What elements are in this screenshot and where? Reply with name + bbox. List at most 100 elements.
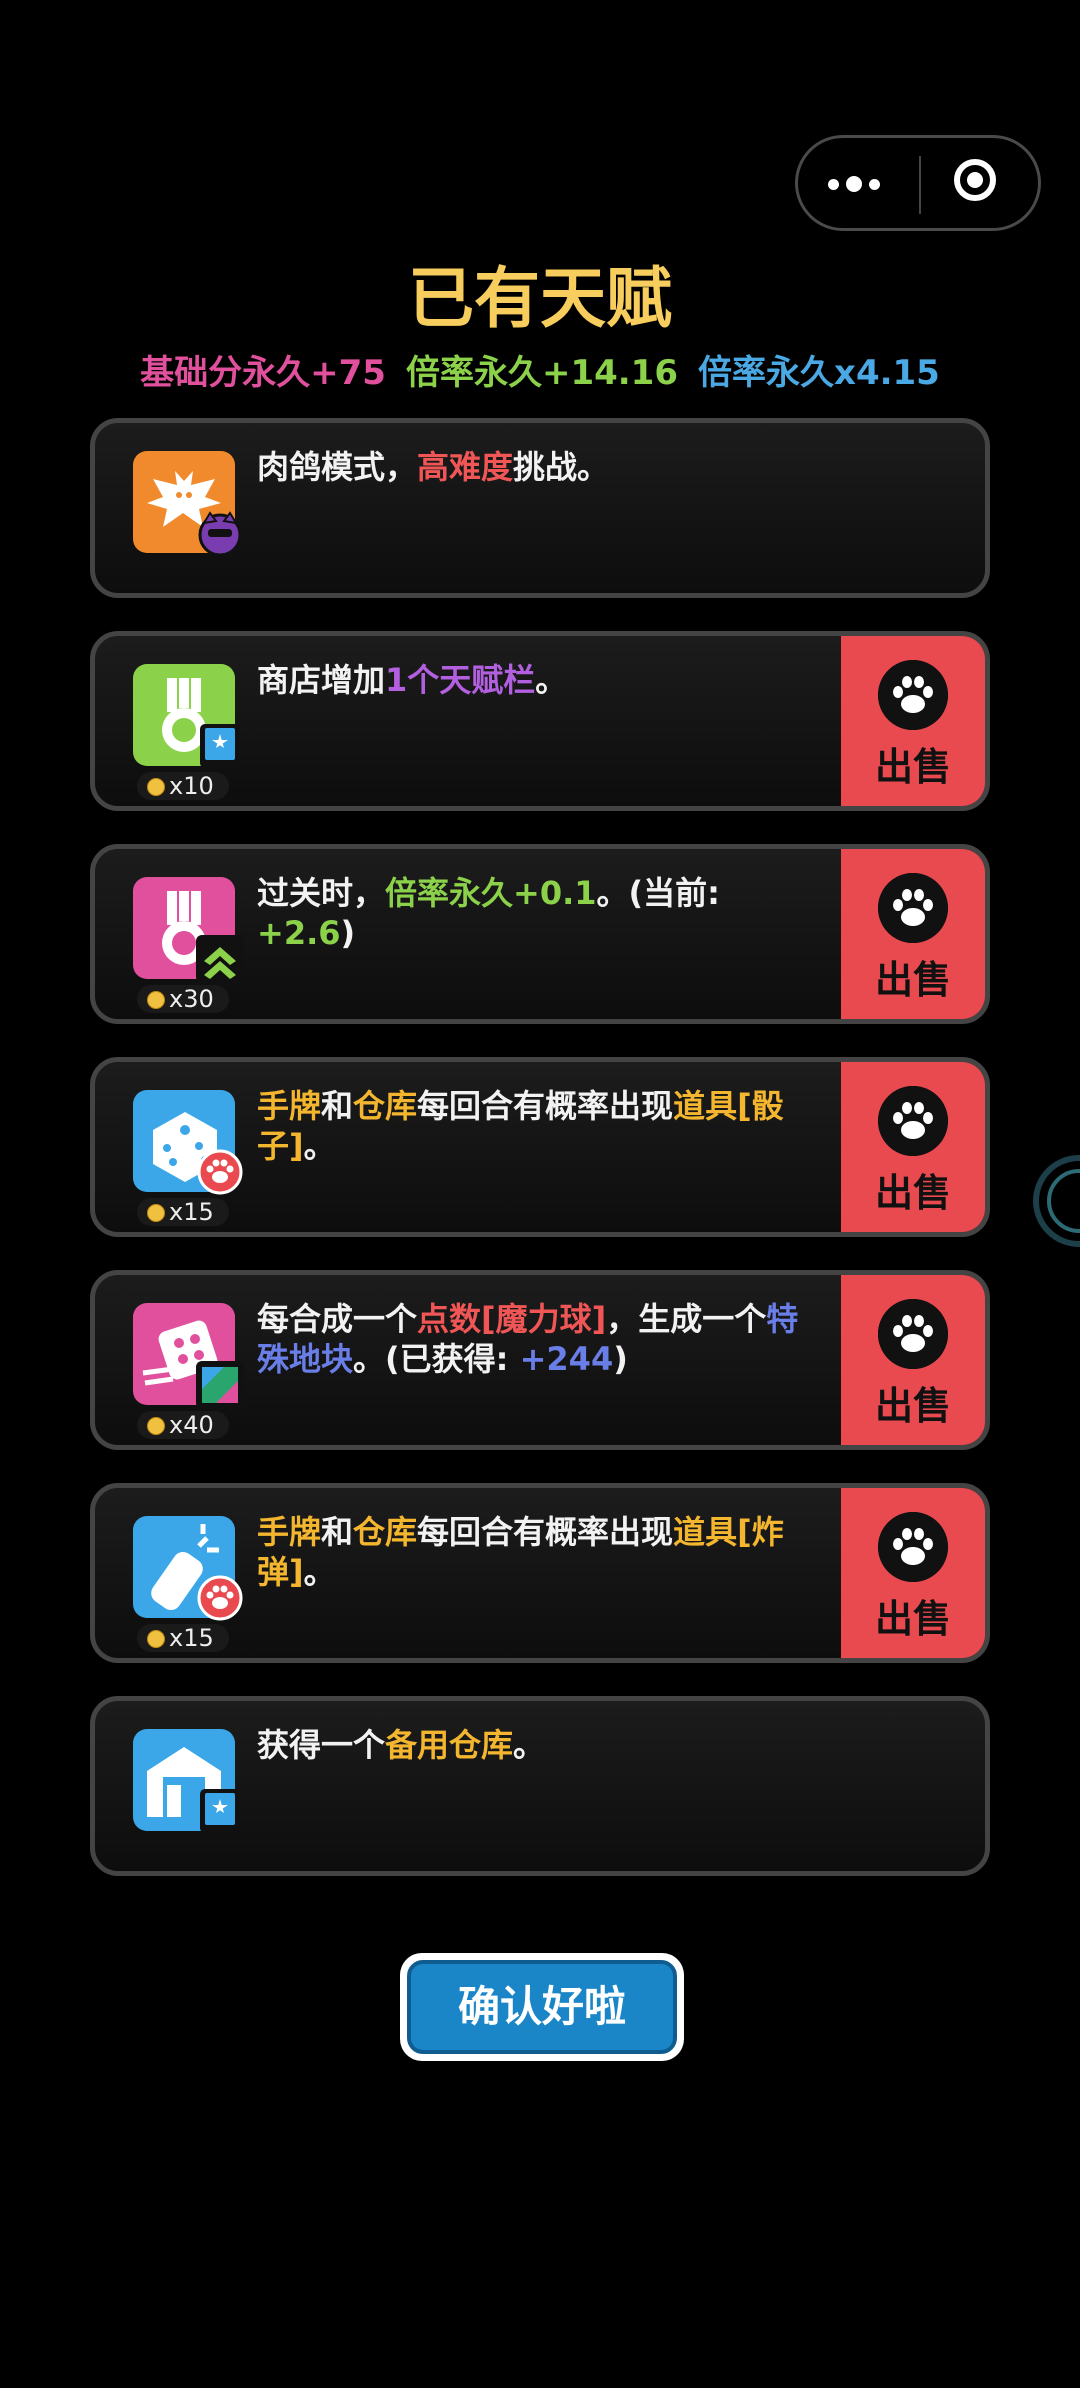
stats-summary: 基础分永久+75 倍率永久+14.16 倍率永久x4.15: [0, 345, 1080, 394]
talent-price: x30: [137, 985, 229, 1013]
talent-card: x10 商店增加1个天赋栏。出售: [90, 631, 990, 811]
more-dot: [846, 176, 862, 192]
more-dots-icon: [828, 179, 839, 190]
talent-card: x15 手牌和仓库每回合有概率出现道具[骰子]。出售: [90, 1057, 990, 1237]
coin-icon: [147, 1417, 165, 1435]
paw-icon: [878, 873, 948, 943]
talent-description-part: 每回合有概率出现: [417, 1513, 674, 1551]
talent-description-part: 和: [321, 1513, 354, 1551]
more-menu-button[interactable]: [798, 138, 920, 228]
talent-description-part: 。: [513, 1726, 546, 1764]
talent-description-part: 每合成一个: [257, 1300, 418, 1338]
talent-description: 手牌和仓库每回合有概率出现道具[炸弹]。: [257, 1512, 825, 1592]
sell-button-label: 出售: [874, 745, 951, 789]
talent-description-part: 点数[魔力球]: [417, 1300, 607, 1338]
talent-price: x10: [137, 772, 229, 800]
talent-description-part: +2.6: [257, 914, 341, 952]
talent-card: x15 手牌和仓库每回合有概率出现道具[炸弹]。出售: [90, 1483, 990, 1663]
talent-description-part: ): [340, 914, 356, 952]
talent-card: x40 每合成一个点数[魔力球]，生成一个特殊地块。(已获得: +244) 出售: [90, 1270, 990, 1450]
talent-description-part: 仓库: [353, 1513, 418, 1551]
talent-description-part: 仓库: [353, 1087, 418, 1125]
book-star-icon: [196, 1787, 244, 1835]
cat-face-icon: [196, 509, 244, 557]
book-star-icon: [196, 722, 244, 770]
mini-program-capsule: [795, 135, 1041, 231]
floating-assistant-button[interactable]: [1033, 1155, 1080, 1247]
confirm-button-label: 确认好啦: [407, 1960, 677, 2054]
talent-description-part: 。(当前:: [596, 874, 720, 912]
dice-icon: [133, 1090, 243, 1195]
talent-description-part: 获得一个: [257, 1726, 386, 1764]
paw-icon: [878, 1512, 948, 1582]
pink-dice-icon: [133, 1303, 244, 1409]
sell-button[interactable]: 出售: [841, 636, 985, 806]
talent-description-part: 。(已获得:: [353, 1340, 520, 1378]
talent-description-part: 倍率永久+0.1: [385, 874, 597, 912]
floating-assistant-icon: [1047, 1169, 1080, 1233]
coin-icon: [147, 1630, 165, 1648]
talent-description-part: 过关时，: [257, 874, 386, 912]
paw-icon: [878, 660, 948, 730]
bomb-icon: [133, 1516, 243, 1621]
bat-icon: [133, 451, 242, 557]
talent-description-part: 手牌: [257, 1087, 322, 1125]
target-close-dot: [967, 172, 983, 188]
talent-card: 获得一个备用仓库。: [90, 1696, 990, 1876]
sell-button[interactable]: 出售: [841, 1275, 985, 1445]
coin-icon: [147, 1204, 165, 1222]
talent-price: x15: [137, 1198, 229, 1226]
coin-icon: [147, 991, 165, 1009]
talent-description: 手牌和仓库每回合有概率出现道具[骰子]。: [257, 1086, 825, 1166]
talent-description: 商店增加1个天赋栏。: [257, 660, 825, 700]
talent-description-part: 肉鸽模式，: [257, 448, 418, 486]
sell-button-label: 出售: [874, 1597, 951, 1641]
talent-price-value: x15: [169, 1198, 214, 1226]
medal-green-icon: [133, 664, 240, 768]
talent-description-part: ): [613, 1340, 628, 1378]
talent-description-part: 高难度: [417, 448, 514, 486]
sell-button[interactable]: 出售: [841, 849, 985, 1019]
stat-multiplier-add: 倍率永久+14.16: [405, 353, 679, 393]
talent-description-part: 每回合有概率出现: [417, 1087, 674, 1125]
talent-description-part: 商店增加: [257, 661, 386, 699]
sell-button[interactable]: 出售: [841, 1062, 985, 1232]
talent-price-value: x15: [169, 1624, 214, 1652]
paw-circle-icon: [196, 1574, 244, 1622]
paw-circle-icon: [196, 1148, 244, 1196]
warehouse-icon: [133, 1729, 240, 1833]
talent-description: 肉鸽模式，高难度挑战。: [257, 447, 955, 487]
talent-description: 获得一个备用仓库。: [257, 1725, 955, 1765]
confirm-button[interactable]: 确认好啦: [400, 1953, 684, 2061]
medal-pink-icon: [133, 877, 244, 983]
talent-description-part: 手牌: [257, 1513, 322, 1551]
talent-description-part: 和: [321, 1087, 354, 1125]
talent-price-value: x40: [169, 1411, 214, 1439]
talent-price: x40: [137, 1411, 229, 1439]
more-dot: [869, 179, 880, 190]
talent-description-part: 。: [303, 1553, 336, 1591]
talent-price-value: x10: [169, 772, 214, 800]
paw-icon: [878, 1086, 948, 1156]
talent-price-value: x30: [169, 985, 214, 1013]
sell-button-label: 出售: [874, 1171, 951, 1215]
talent-description: 过关时，倍率永久+0.1。(当前: +2.6): [257, 873, 825, 953]
map-tile-icon: [196, 1361, 244, 1409]
close-miniprogram-button[interactable]: [921, 138, 1039, 228]
paw-icon: [878, 1299, 948, 1369]
sell-button[interactable]: 出售: [841, 1488, 985, 1658]
page-title: 已有天赋: [408, 260, 672, 337]
sell-button-label: 出售: [874, 958, 951, 1002]
talent-price: x15: [137, 1624, 229, 1652]
sell-button-label: 出售: [874, 1384, 951, 1428]
talent-description-part: 备用仓库: [385, 1726, 514, 1764]
stat-base-score: 基础分永久+75: [140, 353, 386, 393]
talent-description-part: 。: [535, 661, 568, 699]
talent-card: 肉鸽模式，高难度挑战。: [90, 418, 990, 598]
double-chevron-up-icon: [196, 935, 244, 983]
talent-description-part: 1个天赋栏: [385, 661, 536, 699]
coin-icon: [147, 778, 165, 796]
stat-multiplier-mul: 倍率永久x4.15: [698, 353, 940, 393]
talent-card: x30 过关时，倍率永久+0.1。(当前: +2.6) 出售: [90, 844, 990, 1024]
talent-description-part: 挑战。: [513, 448, 610, 486]
